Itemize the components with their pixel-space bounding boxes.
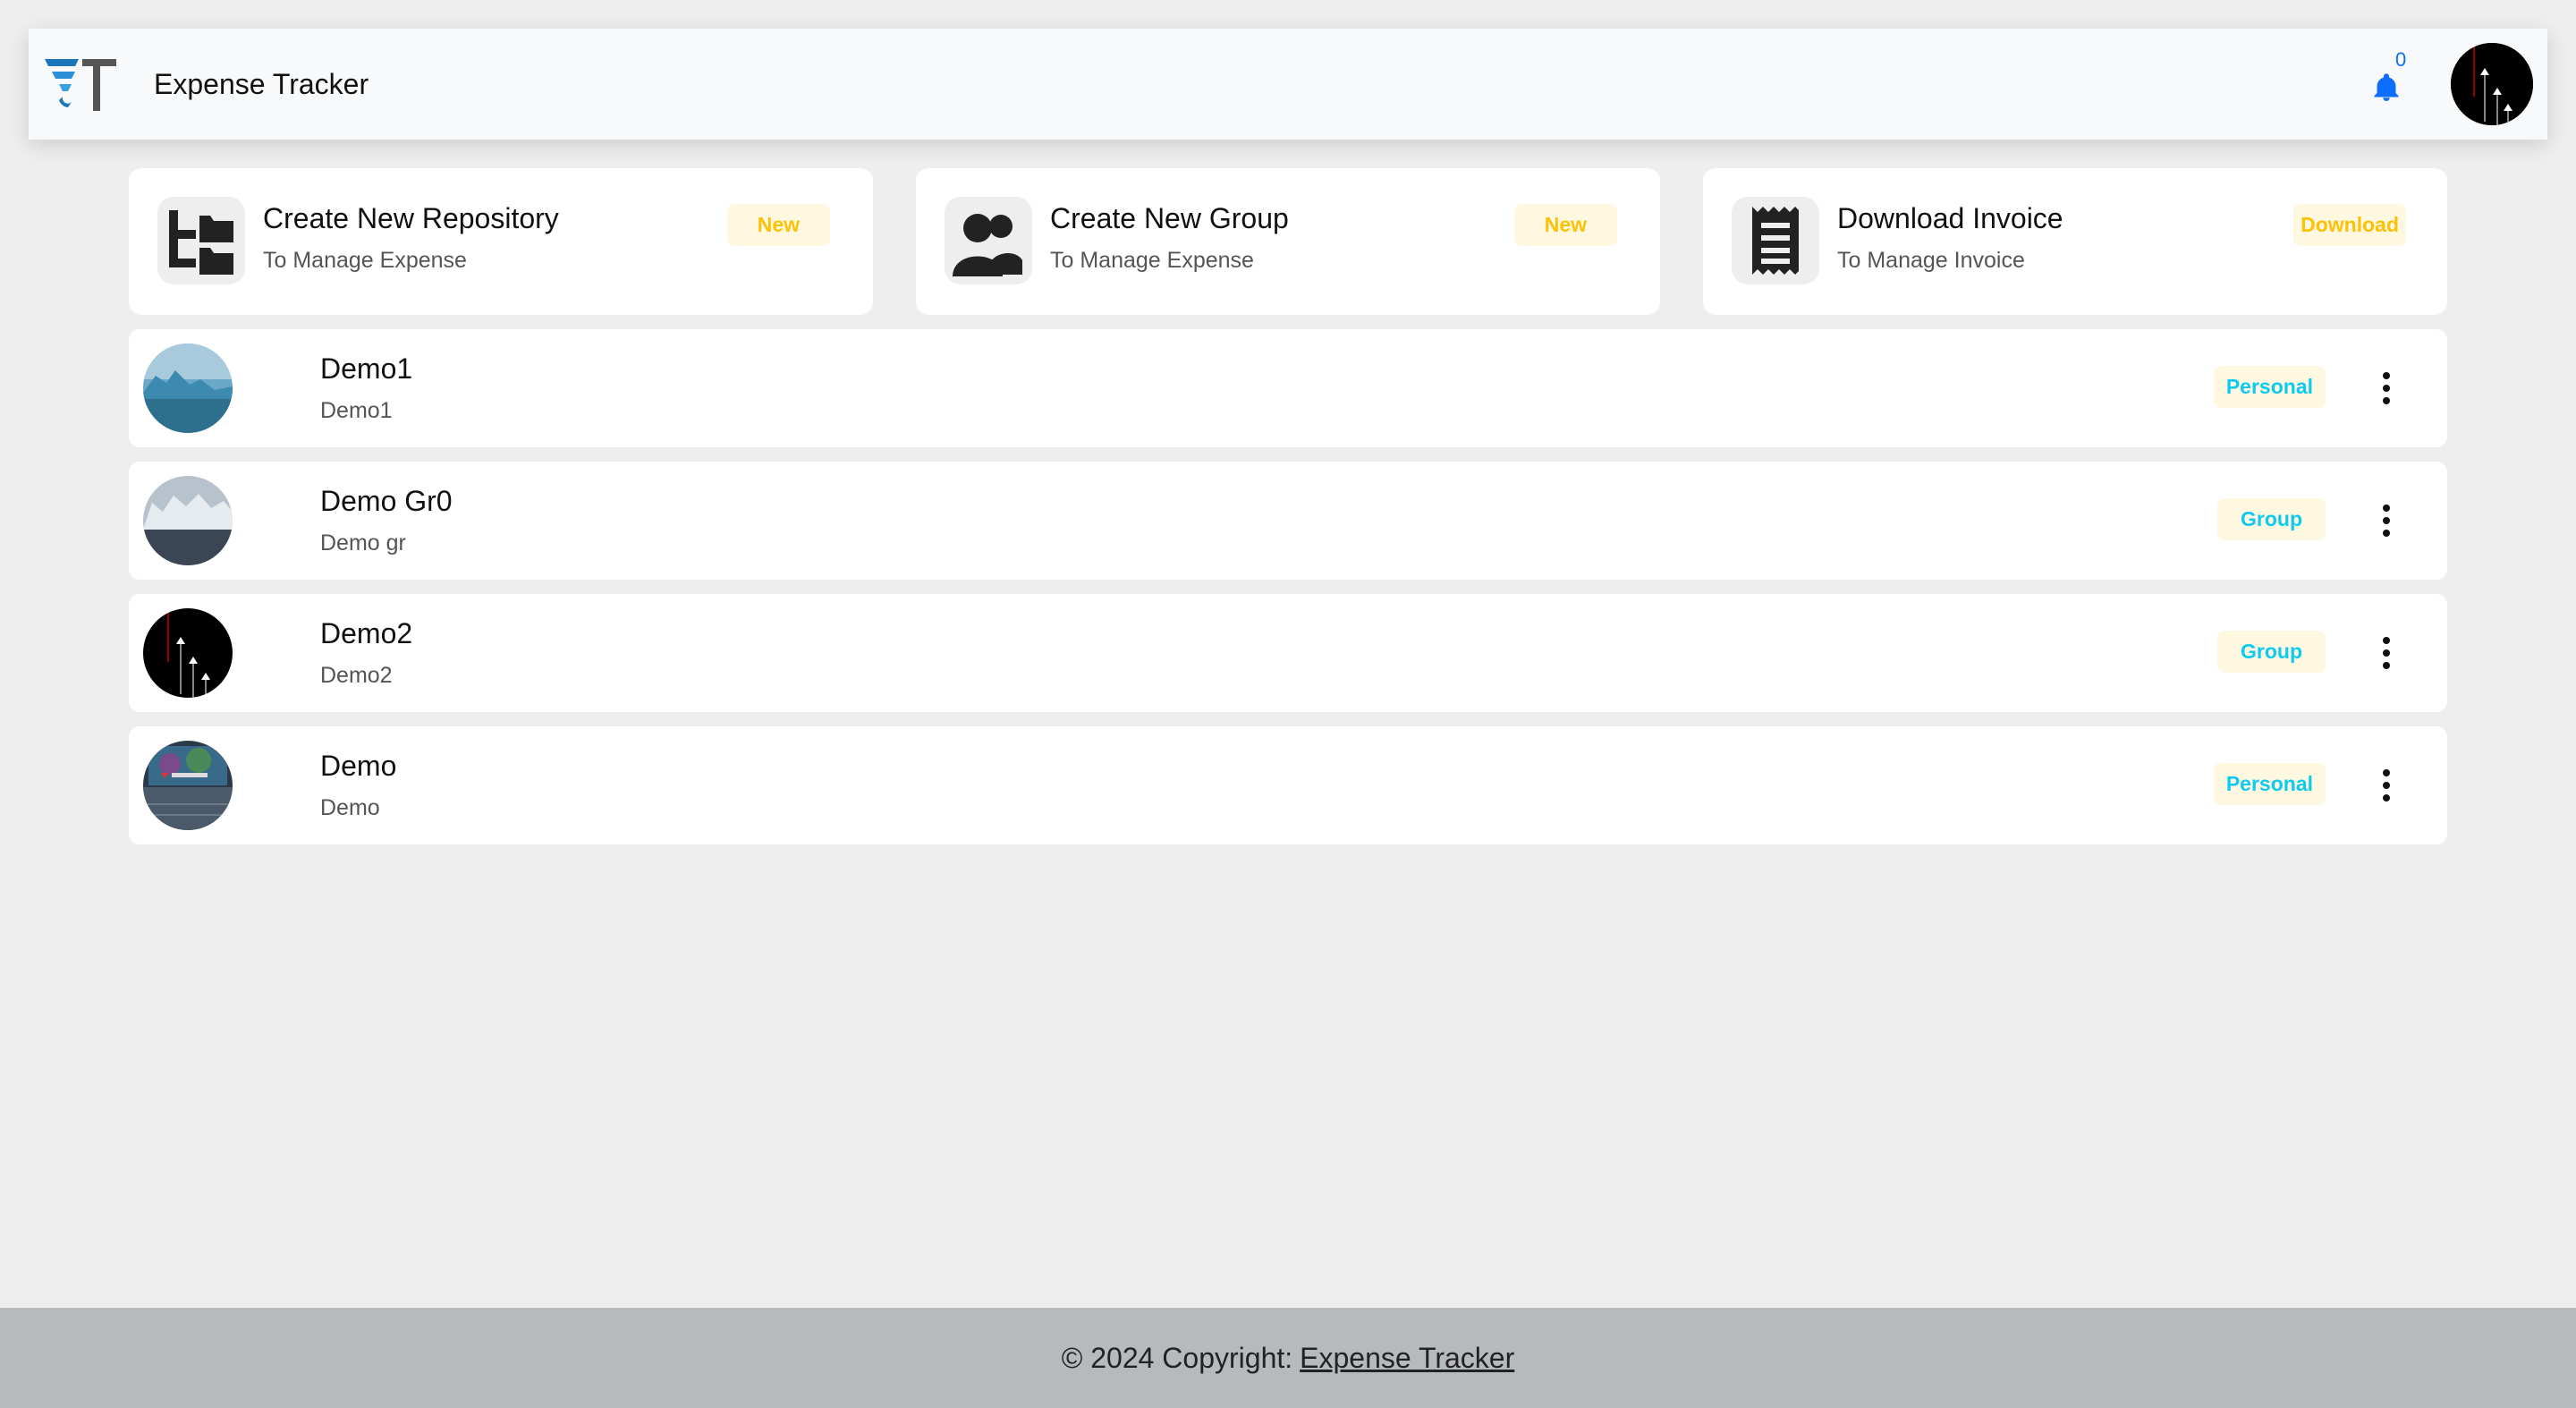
repository-subtitle: Demo1 xyxy=(320,398,393,423)
repository-subtitle: Demo gr xyxy=(320,530,406,556)
brand-name: Expense Tracker xyxy=(154,67,369,100)
list-item[interactable]: Demo1 Demo1 Personal xyxy=(129,329,2447,447)
more-options-icon[interactable] xyxy=(2381,505,2392,537)
type-badge: Group xyxy=(2217,631,2326,673)
repository-title: Demo1 xyxy=(320,352,413,385)
card-subtitle: To Manage Invoice xyxy=(1837,248,2025,273)
list-item[interactable]: Demo Gr0 Demo gr Group xyxy=(129,462,2447,580)
repository-list: Demo1 Demo1 Personal Demo Gr0 Demo gr Gr… xyxy=(129,329,2447,859)
new-badge[interactable]: New xyxy=(1513,204,1617,246)
expense-tracker-logo-icon xyxy=(45,59,116,111)
row-text: Demo Gr0 Demo gr xyxy=(320,485,453,556)
action-cards: Create New Repository To Manage Expense … xyxy=(129,168,2447,315)
repository-title: Demo2 xyxy=(320,617,413,649)
card-subtitle: To Manage Expense xyxy=(1050,248,1254,273)
page: Expense Tracker 0 Create New Repository … xyxy=(0,0,2576,1408)
create-repository-card[interactable]: Create New Repository To Manage Expense … xyxy=(129,168,873,315)
create-group-card[interactable]: Create New Group To Manage Expense New xyxy=(916,168,1660,315)
notifications-button[interactable]: 0 xyxy=(2368,48,2406,102)
repository-avatar xyxy=(143,476,233,565)
planes-image-icon xyxy=(143,608,233,698)
bell-icon xyxy=(2374,73,2399,101)
download-invoice-card[interactable]: Download Invoice To Manage Invoice Downl… xyxy=(1703,168,2447,315)
download-badge[interactable]: Download xyxy=(2293,204,2406,246)
glacier-image-icon xyxy=(143,476,233,565)
type-badge: Group xyxy=(2217,498,2326,540)
card-icon-wrap xyxy=(157,197,245,284)
footer-link[interactable]: Expense Tracker xyxy=(1300,1342,1514,1375)
new-badge[interactable]: New xyxy=(726,204,830,246)
more-options-icon[interactable] xyxy=(2381,769,2392,802)
notification-count: 0 xyxy=(2395,48,2407,71)
card-icon-wrap xyxy=(945,197,1032,284)
card-title: Create New Group xyxy=(1050,202,1289,234)
more-options-icon[interactable] xyxy=(2381,372,2392,404)
card-text: Create New Group To Manage Expense xyxy=(1050,202,1289,274)
navbar: Expense Tracker 0 xyxy=(29,29,2547,140)
navbar-right: 0 xyxy=(2368,43,2533,125)
card-subtitle: To Manage Expense xyxy=(263,248,467,273)
type-badge: Personal xyxy=(2213,763,2326,805)
brand[interactable]: Expense Tracker xyxy=(43,55,369,113)
repository-subtitle: Demo2 xyxy=(320,663,393,688)
users-icon xyxy=(953,214,1022,276)
repository-title: Demo Gr0 xyxy=(320,485,453,517)
row-text: Demo1 Demo1 xyxy=(320,352,412,424)
card-title: Download Invoice xyxy=(1837,202,2063,234)
repository-avatar xyxy=(143,741,233,830)
iceberg-image-icon xyxy=(143,344,233,433)
planes-avatar-icon xyxy=(2451,43,2533,125)
repository-avatar xyxy=(143,344,233,433)
list-item[interactable]: Demo2 Demo2 Group xyxy=(129,594,2447,712)
more-options-icon[interactable] xyxy=(2381,637,2392,669)
repository-subtitle: Demo xyxy=(320,795,380,820)
card-text: Download Invoice To Manage Invoice xyxy=(1837,202,2063,274)
card-text: Create New Repository To Manage Expense xyxy=(263,202,559,274)
copyright-text: © 2024 Copyright: xyxy=(1061,1341,1293,1374)
card-icon-wrap xyxy=(1732,197,1819,284)
user-avatar[interactable] xyxy=(2451,43,2533,125)
repository-title: Demo xyxy=(320,750,397,782)
repository-avatar xyxy=(143,608,233,698)
list-item[interactable]: Demo Demo Personal xyxy=(129,726,2447,844)
receipt-icon xyxy=(1752,207,1799,275)
type-badge: Personal xyxy=(2213,366,2326,408)
victus-laptop-image-icon xyxy=(143,741,233,830)
row-text: Demo2 Demo2 xyxy=(320,617,412,689)
card-title: Create New Repository xyxy=(263,202,559,234)
row-text: Demo Demo xyxy=(320,750,396,821)
footer: © 2024 Copyright: Expense Tracker xyxy=(0,1308,2576,1408)
folder-tree-icon xyxy=(169,210,233,275)
